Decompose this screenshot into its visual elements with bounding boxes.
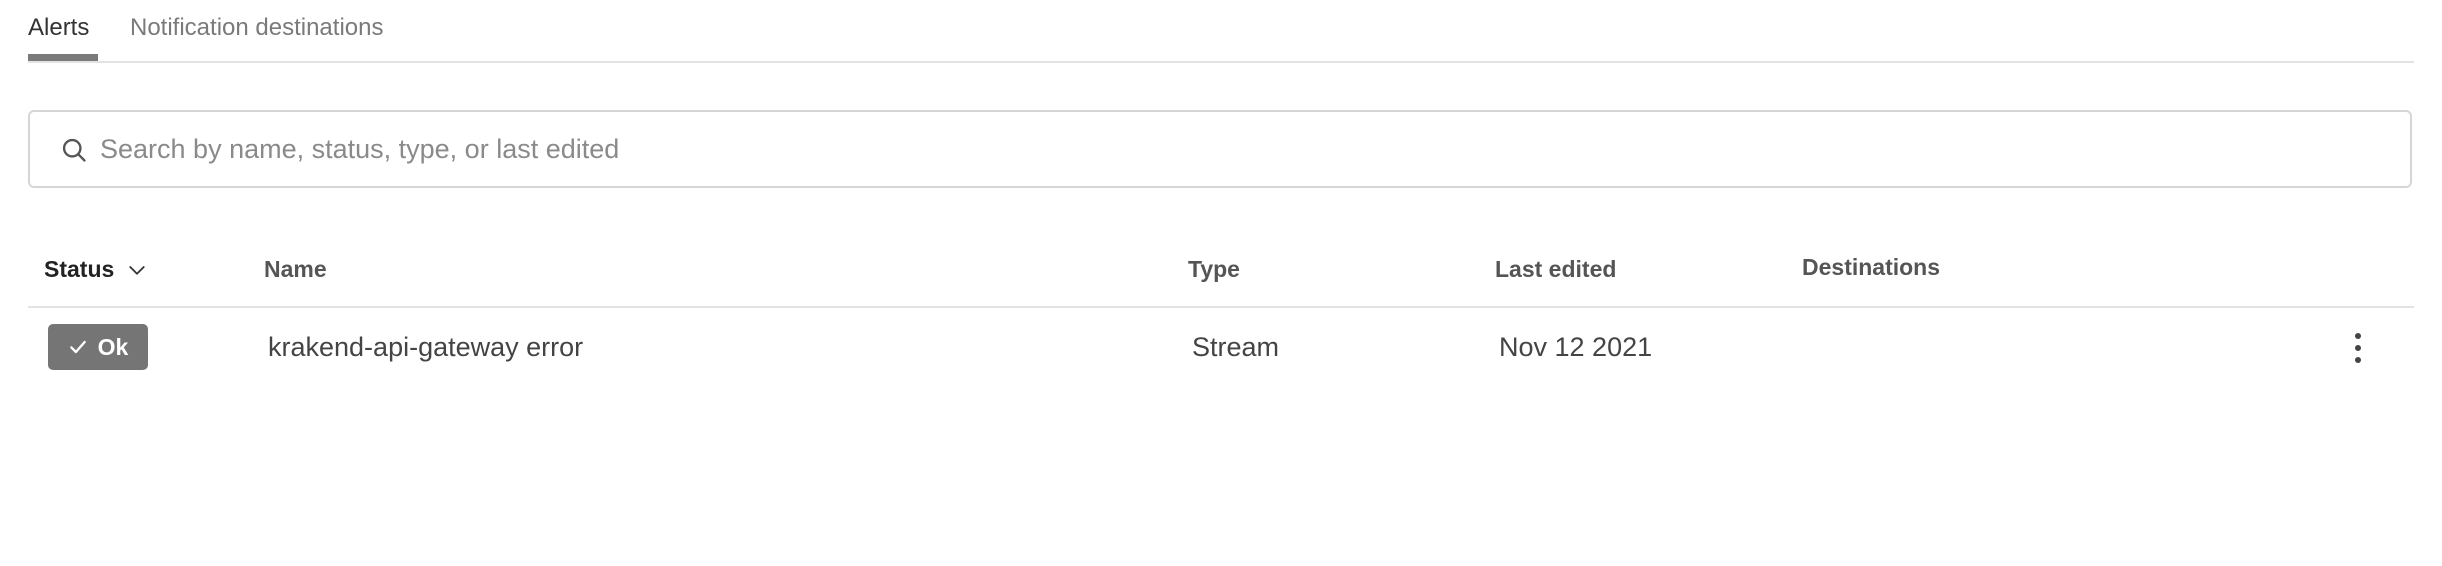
table-row[interactable]: Ok krakend-api-gateway error Stream Nov … [28,308,2414,388]
status-badge-label: Ok [97,333,129,360]
column-header-destinations: Destinations [1802,254,1941,280]
status-badge: Ok [48,324,148,370]
alert-type: Stream [1192,332,1280,362]
alert-name[interactable]: krakend-api-gateway error [268,332,583,363]
tab-alerts[interactable]: Alerts [28,14,89,42]
active-tab-indicator [28,54,98,61]
tab-bar: Alerts Notification destinations [28,0,2414,63]
search-icon [62,138,86,162]
column-header-status-label: Status [44,256,115,282]
alert-last-edited: Nov 12 2021 [1499,332,1653,362]
tab-alerts-label: Alerts [28,14,90,41]
table-header: Status Name Type Last edited Destination… [28,250,2414,308]
column-header-last-edited: Last edited [1495,256,1617,282]
chevron-down-icon [129,266,145,275]
more-vertical-icon[interactable] [2346,328,2370,368]
search-box [28,110,2412,188]
tab-notification-destinations-label: Notification destinations [130,14,384,41]
check-icon [69,340,86,354]
tab-notification-destinations[interactable]: Notification destinations [130,14,383,42]
column-header-name: Name [264,256,327,282]
search-input[interactable] [100,126,2380,172]
column-header-status[interactable]: Status [44,256,146,283]
column-header-type: Type [1188,256,1240,282]
